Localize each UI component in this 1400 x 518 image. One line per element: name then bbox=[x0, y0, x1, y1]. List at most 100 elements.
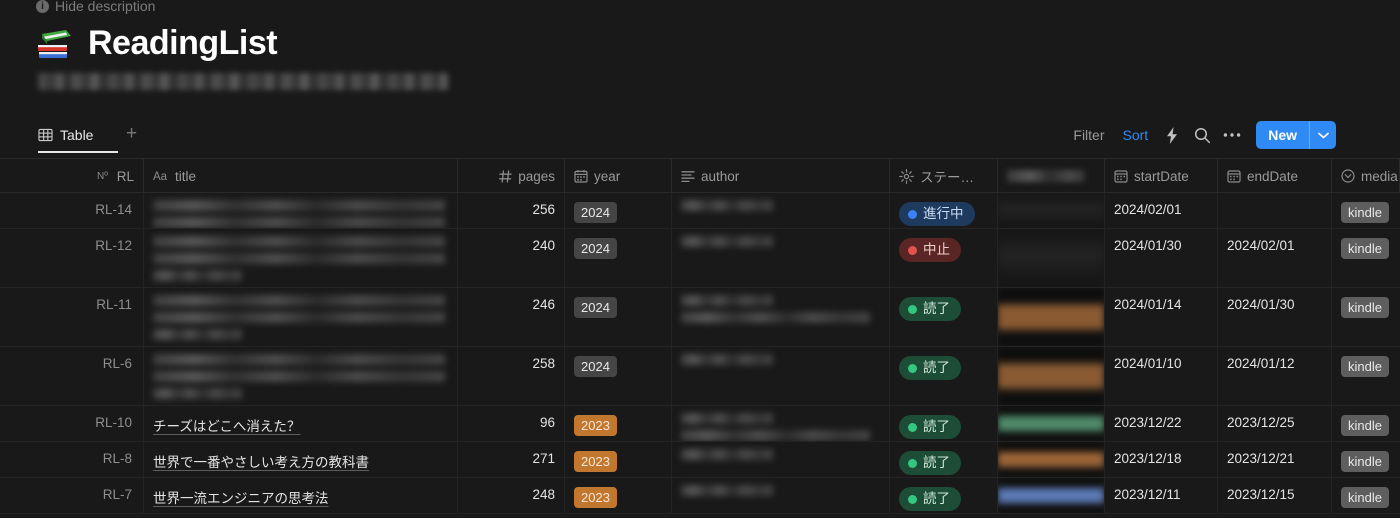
row-title-link[interactable]: 世界一流エンジニアの思考法 bbox=[153, 491, 329, 506]
cell-pages[interactable]: 256 bbox=[458, 193, 565, 228]
add-view-button[interactable]: + bbox=[126, 123, 137, 145]
cell-endDate[interactable]: 2023/12/15 bbox=[1218, 478, 1332, 513]
column-header-year[interactable]: year bbox=[565, 159, 672, 193]
column-header-endDate[interactable]: endDate bbox=[1218, 159, 1332, 193]
cell-cover-image[interactable] bbox=[998, 406, 1105, 441]
cell-media[interactable]: kindle bbox=[1332, 193, 1400, 228]
cell-author[interactable] bbox=[672, 193, 890, 228]
cell-status[interactable]: 読了 bbox=[890, 347, 998, 405]
cell-endDate[interactable]: 2023/12/21 bbox=[1218, 442, 1332, 477]
cell-year[interactable]: 2024 bbox=[565, 288, 672, 346]
cell-cover-image[interactable] bbox=[998, 193, 1105, 228]
cell-endDate[interactable]: 2024/01/30 bbox=[1218, 288, 1332, 346]
cell-cover-image[interactable] bbox=[998, 347, 1105, 405]
row-id[interactable]: RL-11 bbox=[36, 288, 144, 346]
cell-author[interactable] bbox=[672, 347, 890, 405]
cell-year[interactable]: 2024 bbox=[565, 193, 672, 228]
cell-author[interactable] bbox=[672, 229, 890, 287]
table-row[interactable]: RL-12 240 2024 中止 2024/01/30 2024/02/01 kindle bbox=[0, 229, 1400, 288]
table-row[interactable]: RL-10 チーズはどこへ消えた？ 96 2023 読了 2023/12/22 2023/1… bbox=[0, 406, 1400, 442]
cell-year[interactable]: 2023 bbox=[565, 442, 672, 477]
cell-startDate[interactable]: 2024/01/14 bbox=[1105, 288, 1218, 346]
cell-status[interactable]: 読了 bbox=[890, 406, 998, 441]
row-title-link[interactable]: 世界で一番やさしい考え方の教科書 bbox=[153, 455, 369, 470]
cell-title[interactable] bbox=[144, 229, 458, 287]
cell-startDate[interactable]: 2024/02/01 bbox=[1105, 193, 1218, 228]
books-emoji[interactable] bbox=[36, 24, 74, 62]
row-id[interactable]: RL-6 bbox=[36, 347, 144, 405]
new-button[interactable]: New bbox=[1256, 121, 1309, 149]
table-row[interactable]: RL-8 世界で一番やさしい考え方の教科書 271 2023 読了 2023/12/18 2… bbox=[0, 442, 1400, 478]
cell-pages[interactable]: 246 bbox=[458, 288, 565, 346]
cell-startDate[interactable]: 2023/12/22 bbox=[1105, 406, 1218, 441]
column-header-status[interactable]: ステー… bbox=[890, 159, 998, 193]
cell-status[interactable]: 読了 bbox=[890, 288, 998, 346]
cell-pages[interactable]: 258 bbox=[458, 347, 565, 405]
lightning-bolt-icon[interactable] bbox=[1157, 122, 1187, 148]
cell-title[interactable] bbox=[144, 193, 458, 228]
filter-button[interactable]: Filter bbox=[1064, 121, 1113, 149]
cell-media[interactable]: kindle bbox=[1332, 229, 1400, 287]
cell-media[interactable]: kindle bbox=[1332, 347, 1400, 405]
cell-startDate[interactable]: 2023/12/11 bbox=[1105, 478, 1218, 513]
cell-pages[interactable]: 240 bbox=[458, 229, 565, 287]
cell-author[interactable] bbox=[672, 478, 890, 513]
cell-title[interactable]: 世界で一番やさしい考え方の教科書 bbox=[144, 442, 458, 477]
cell-author[interactable] bbox=[672, 442, 890, 477]
cell-endDate[interactable] bbox=[1218, 193, 1332, 228]
cell-pages[interactable]: 271 bbox=[458, 442, 565, 477]
cell-status[interactable]: 進行中 bbox=[890, 193, 998, 228]
cell-author[interactable] bbox=[672, 406, 890, 441]
column-header-rl[interactable]: Nº RL bbox=[36, 159, 144, 193]
cell-author[interactable] bbox=[672, 288, 890, 346]
row-id[interactable]: RL-8 bbox=[36, 442, 144, 477]
table-row[interactable]: RL-14 256 2024 進行中 2024/02/01 kindle bbox=[0, 193, 1400, 229]
search-icon[interactable] bbox=[1187, 122, 1217, 148]
cell-endDate[interactable]: 2024/02/01 bbox=[1218, 229, 1332, 287]
cell-year[interactable]: 2023 bbox=[565, 406, 672, 441]
cell-cover-image[interactable] bbox=[998, 229, 1105, 287]
table-row[interactable]: RL-11 246 2024 読了 2024/01/14 2024/01/30 kindle bbox=[0, 288, 1400, 347]
tab-table[interactable]: Table bbox=[38, 122, 93, 148]
cell-status[interactable]: 読了 bbox=[890, 478, 998, 513]
row-title-link[interactable]: チーズはどこへ消えた？ bbox=[153, 419, 300, 434]
cell-pages[interactable]: 248 bbox=[458, 478, 565, 513]
table-row[interactable]: RL-6 258 2024 読了 2024/01/10 2024/01/12 kindle bbox=[0, 347, 1400, 406]
row-id[interactable]: RL-10 bbox=[36, 406, 144, 441]
cell-year[interactable]: 2024 bbox=[565, 229, 672, 287]
cell-media[interactable]: kindle bbox=[1332, 442, 1400, 477]
cell-year[interactable]: 2023 bbox=[565, 478, 672, 513]
cell-cover-image[interactable] bbox=[998, 288, 1105, 346]
cell-pages[interactable]: 96 bbox=[458, 406, 565, 441]
row-id[interactable]: RL-7 bbox=[36, 478, 144, 513]
column-header-pages[interactable]: pages bbox=[458, 159, 565, 193]
cell-cover-image[interactable] bbox=[998, 442, 1105, 477]
row-id[interactable]: RL-14 bbox=[36, 193, 144, 228]
cell-year[interactable]: 2024 bbox=[565, 347, 672, 405]
cell-title[interactable]: 世界一流エンジニアの思考法 bbox=[144, 478, 458, 513]
cell-status[interactable]: 中止 bbox=[890, 229, 998, 287]
cell-endDate[interactable]: 2023/12/25 bbox=[1218, 406, 1332, 441]
cell-title[interactable]: チーズはどこへ消えた？ bbox=[144, 406, 458, 441]
ellipsis-icon[interactable] bbox=[1217, 122, 1247, 148]
cell-startDate[interactable]: 2023/12/18 bbox=[1105, 442, 1218, 477]
column-header-media[interactable]: media bbox=[1332, 159, 1400, 193]
cell-media[interactable]: kindle bbox=[1332, 406, 1400, 441]
cell-media[interactable]: kindle bbox=[1332, 288, 1400, 346]
hide-description-button[interactable]: i Hide description bbox=[36, 0, 155, 16]
cell-title[interactable] bbox=[144, 288, 458, 346]
column-header-startDate[interactable]: startDate bbox=[1105, 159, 1218, 193]
table-row[interactable]: RL-7 世界一流エンジニアの思考法 248 2023 読了 2023/12/11 2023… bbox=[0, 478, 1400, 514]
chevron-down-icon[interactable] bbox=[1310, 121, 1336, 149]
column-header-cover[interactable] bbox=[998, 159, 1105, 193]
cell-title[interactable] bbox=[144, 347, 458, 405]
cell-media[interactable]: kindle bbox=[1332, 478, 1400, 513]
cell-startDate[interactable]: 2024/01/30 bbox=[1105, 229, 1218, 287]
column-header-author[interactable]: author bbox=[672, 159, 890, 193]
row-id[interactable]: RL-12 bbox=[36, 229, 144, 287]
sort-button[interactable]: Sort bbox=[1114, 121, 1158, 149]
cell-cover-image[interactable] bbox=[998, 478, 1105, 513]
cell-startDate[interactable]: 2024/01/10 bbox=[1105, 347, 1218, 405]
column-header-title[interactable]: Aa title bbox=[144, 159, 458, 193]
cell-endDate[interactable]: 2024/01/12 bbox=[1218, 347, 1332, 405]
